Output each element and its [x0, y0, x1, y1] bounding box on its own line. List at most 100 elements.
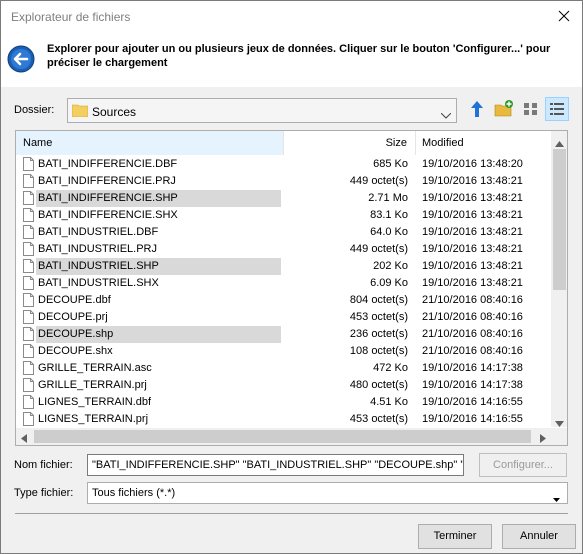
- filetype-label: Type fichier:: [14, 487, 74, 499]
- finish-button[interactable]: Terminer: [418, 524, 492, 549]
- chevron-down-icon: [440, 108, 452, 119]
- dropdown-arrow-icon: [553, 491, 560, 505]
- file-icon: [23, 395, 34, 409]
- scroll-thumb[interactable]: [553, 149, 566, 290]
- separator: [15, 513, 568, 514]
- horizontal-scrollbar[interactable]: [16, 428, 551, 445]
- file-modified: 19/10/2016 14:16:55: [422, 413, 523, 425]
- file-row[interactable]: BATI_INDUSTRIEL.DBF 64.0 Ko 19/10/2016 13:…: [16, 224, 552, 241]
- up-arrow-icon[interactable]: [467, 99, 487, 119]
- file-name: GRILLE_TERRAIN.asc: [38, 362, 152, 374]
- file-row[interactable]: BATI_INDIFFERENCIE.DBF 685 Ko 19/10/2016 1…: [16, 156, 552, 173]
- file-name: BATI_INDIFFERENCIE.PRJ: [38, 175, 176, 187]
- title-bar: Explorateur de fichiers: [1, 1, 582, 31]
- scroll-up-icon[interactable]: [555, 136, 564, 150]
- scroll-right-icon[interactable]: [540, 432, 546, 445]
- file-icon: [23, 378, 34, 392]
- header-panel: Explorer pour ajouter un ou plusieurs je…: [1, 31, 582, 87]
- details-view-icon[interactable]: [545, 97, 569, 121]
- file-icon: [23, 242, 34, 256]
- window-title: Explorateur de fichiers: [11, 10, 131, 24]
- file-modified: 19/10/2016 13:48:21: [422, 175, 523, 187]
- configure-button[interactable]: Configurer...: [479, 453, 567, 477]
- scroll-corner: [551, 428, 567, 445]
- file-modified: 19/10/2016 14:17:38: [422, 379, 523, 391]
- file-name: BATI_INDUSTRIEL.DBF: [38, 226, 159, 238]
- column-header-size[interactable]: Size: [284, 131, 410, 155]
- file-row[interactable]: BATI_INDUSTRIEL.SHX 6.09 Ko 19/10/2016 13:…: [16, 275, 552, 292]
- hscroll-thumb[interactable]: [34, 430, 531, 443]
- file-modified: 19/10/2016 13:48:21: [422, 260, 523, 272]
- file-row[interactable]: BATI_INDIFFERENCIE.SHX 83.1 Ko 19/10/2016 …: [16, 207, 552, 224]
- file-name: LIGNES_TERRAIN.dbf: [38, 396, 152, 408]
- back-arrow-icon[interactable]: [7, 45, 35, 73]
- new-folder-icon[interactable]: [494, 99, 514, 119]
- file-row[interactable]: DECOUPE.shp 236 octet(s) 21/10/2016 08:40:…: [16, 326, 552, 343]
- file-icon: [23, 191, 34, 205]
- file-row[interactable]: BATI_INDIFFERENCIE.PRJ 449 octet(s) 19/10/…: [16, 173, 552, 190]
- close-icon[interactable]: [554, 7, 574, 25]
- file-modified: 19/10/2016 13:48:21: [422, 226, 523, 238]
- file-size: 236 octet(s): [349, 328, 408, 340]
- file-row[interactable]: BATI_INDIFFERENCIE.SHP 2.71 Mo 19/10/2016 …: [16, 190, 552, 207]
- file-size: 804 octet(s): [349, 294, 408, 306]
- file-modified: 21/10/2016 08:40:16: [422, 294, 523, 306]
- file-name: DECOUPE.shx: [38, 345, 113, 357]
- file-list[interactable]: Name Size Modified BATI_INDIFFERENCIE.DB…: [15, 130, 568, 446]
- file-modified: 21/10/2016 08:40:16: [422, 311, 523, 323]
- file-name: DECOUPE.dbf: [38, 294, 111, 306]
- file-size: 4.51 Ko: [370, 396, 408, 408]
- file-modified: 21/10/2016 08:40:16: [422, 328, 523, 340]
- file-icon: [23, 225, 34, 239]
- file-row[interactable]: DECOUPE.prj 453 octet(s) 21/10/2016 08:40:…: [16, 309, 552, 326]
- folder-value: Sources: [92, 105, 137, 119]
- file-size: 449 octet(s): [349, 175, 408, 187]
- file-size: 472 Ko: [373, 362, 408, 374]
- scroll-left-icon[interactable]: [21, 432, 27, 445]
- file-name: BATI_INDIFFERENCIE.SHP: [38, 192, 178, 204]
- folder-combo[interactable]: Sources: [67, 98, 457, 123]
- file-row[interactable]: DECOUPE.shx 108 octet(s) 21/10/2016 08:40:…: [16, 343, 552, 360]
- file-modified: 19/10/2016 13:48:20: [422, 158, 523, 170]
- filename-input[interactable]: "BATI_INDIFFERENCIE.SHP" "BATI_INDUSTRIE…: [87, 454, 464, 476]
- file-size: 480 octet(s): [349, 379, 408, 391]
- cancel-button[interactable]: Annuler: [502, 524, 576, 549]
- file-name: BATI_INDUSTRIEL.PRJ: [38, 243, 157, 255]
- file-size: 64.0 Ko: [370, 226, 408, 238]
- folder-icon: [71, 103, 89, 118]
- file-name: DECOUPE.shp: [38, 328, 114, 340]
- file-icon: [23, 412, 34, 426]
- instruction-text: Explorer pour ajouter un ou plusieurs je…: [47, 43, 551, 69]
- file-size: 83.1 Ko: [370, 209, 408, 221]
- file-row[interactable]: GRILLE_TERRAIN.prj 480 octet(s) 19/10/2016…: [16, 377, 552, 394]
- file-row[interactable]: LIGNES_TERRAIN.prj 453 octet(s) 19/10/2016…: [16, 411, 552, 428]
- file-size: 453 octet(s): [349, 413, 408, 425]
- file-name: LIGNES_TERRAIN.prj: [38, 413, 149, 425]
- filetype-combo[interactable]: Tous fichiers (*.*): [87, 482, 568, 504]
- file-row[interactable]: GRILLE_TERRAIN.asc 472 Ko 19/10/2016 14:17…: [16, 360, 552, 377]
- file-icon: [23, 293, 34, 307]
- file-icon: [23, 157, 34, 171]
- file-modified: 19/10/2016 14:16:55: [422, 396, 523, 408]
- file-icon: [23, 276, 34, 290]
- vertical-scrollbar[interactable]: [551, 131, 567, 427]
- filetype-value: Tous fichiers (*.*): [92, 487, 176, 499]
- file-row[interactable]: BATI_INDUSTRIEL.PRJ 449 octet(s) 19/10/201…: [16, 241, 552, 258]
- file-name: GRILLE_TERRAIN.prj: [38, 379, 147, 391]
- filename-value: "BATI_INDIFFERENCIE.SHP" "BATI_INDUSTRIE…: [92, 459, 464, 471]
- column-separator: [415, 131, 416, 155]
- list-view-icon[interactable]: [521, 99, 541, 119]
- file-size: 685 Ko: [373, 158, 408, 170]
- file-icon: [23, 344, 34, 358]
- file-modified: 19/10/2016 13:48:21: [422, 243, 523, 255]
- file-icon: [23, 208, 34, 222]
- file-modified: 19/10/2016 13:48:21: [422, 277, 523, 289]
- file-row[interactable]: BATI_INDUSTRIEL.SHP 202 Ko 19/10/2016 13:4…: [16, 258, 552, 275]
- file-modified: 19/10/2016 13:48:21: [422, 192, 523, 204]
- file-row[interactable]: DECOUPE.dbf 804 octet(s) 21/10/2016 08:40:…: [16, 292, 552, 309]
- file-icon: [23, 310, 34, 324]
- file-icon: [23, 174, 34, 188]
- column-header-name[interactable]: Name: [16, 131, 283, 155]
- column-header-modified[interactable]: Modified: [422, 131, 552, 155]
- file-row[interactable]: LIGNES_TERRAIN.dbf 4.51 Ko 19/10/2016 14:1…: [16, 394, 552, 411]
